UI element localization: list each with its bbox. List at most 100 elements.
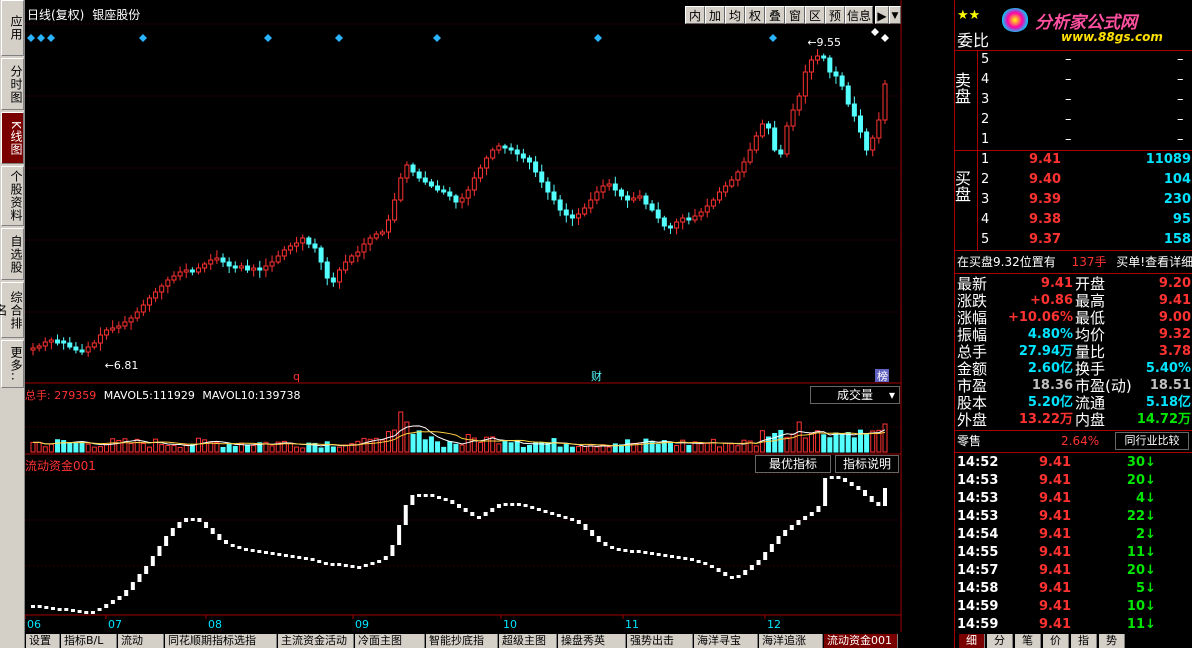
chart-title: 日线(复权) 银座股份 — [27, 6, 140, 23]
volume-selector[interactable]: 成交量 ▾ — [810, 386, 900, 404]
right-tab-0[interactable]: 细 — [959, 634, 985, 648]
bottom-tab-12[interactable]: 流动资金001 — [824, 634, 898, 648]
indicator-bar — [84, 611, 89, 614]
play-icon[interactable]: ▶ — [875, 6, 889, 24]
volume-bar — [698, 443, 704, 453]
indicator-bar — [603, 542, 608, 546]
toolbar-button-5[interactable]: 窗 — [785, 6, 805, 24]
tick-time: 14:59 — [957, 599, 999, 614]
candle-body — [631, 197, 637, 201]
bottom-tab-4[interactable]: 主流资金活动 — [278, 634, 354, 648]
indicator-bar — [31, 605, 35, 608]
bottom-tab-6[interactable]: 智能抄底指 — [426, 634, 498, 648]
indicator-help-button[interactable]: 指标说明 — [835, 455, 899, 473]
bottom-tab-1[interactable]: 指标B/L — [61, 634, 117, 648]
candle-body — [373, 233, 379, 239]
bottom-tab-10[interactable]: 海洋寻宝 — [694, 634, 758, 648]
bottom-tab-7[interactable]: 超级主图 — [499, 634, 557, 648]
bottom-tab-0[interactable]: 设置 — [26, 634, 60, 648]
event-marker[interactable]: q — [293, 370, 300, 383]
left-tab-4[interactable]: 自选股 — [1, 228, 24, 280]
indicator-bar — [776, 536, 781, 544]
candle-body — [379, 231, 385, 235]
kline-chart-svg[interactable]: 9.709.098.487.887.273841119206X10+12448+… — [24, 0, 943, 632]
toolbar-button-8[interactable]: 信息 — [845, 6, 873, 24]
volume-bar — [67, 442, 73, 453]
candle-body — [643, 195, 649, 205]
candle-body — [496, 145, 502, 151]
tick-volume: 4 — [1135, 491, 1145, 506]
right-tab-5[interactable]: 势 — [1099, 634, 1125, 648]
indicator-bar — [516, 503, 521, 506]
signal-diamond-icon — [871, 28, 879, 36]
toolbar-button-2[interactable]: 均 — [725, 6, 745, 24]
notice-link[interactable]: 买单!查看详细 — [1116, 255, 1192, 269]
toolbar-button-1[interactable]: 加 — [705, 6, 725, 24]
right-tab-2[interactable]: 笔 — [1015, 634, 1041, 648]
candle-body — [520, 153, 526, 159]
indicator-bar — [244, 548, 248, 551]
bottom-tab-3[interactable]: 同花顺期指标选指 — [165, 634, 277, 648]
candle-body — [245, 265, 251, 271]
chevron-down-icon[interactable]: ▼ — [889, 6, 901, 24]
tick-price: 9.41 — [1039, 599, 1072, 614]
left-tab-3[interactable]: 个股资料 — [1, 166, 24, 226]
chart-area[interactable]: 9.709.098.487.887.273841119206X10+12448+… — [24, 0, 943, 632]
indicator-bar — [44, 606, 49, 609]
bottom-tab-2[interactable]: 流动 — [118, 634, 164, 648]
sell-price: – — [1065, 132, 1072, 147]
toolbar-button-6[interactable]: 区 — [805, 6, 825, 24]
volume-bar — [606, 446, 612, 453]
left-tab-2[interactable]: K线图 — [1, 112, 24, 164]
left-tab-6[interactable]: 更多.. — [1, 340, 24, 388]
right-tab-4[interactable]: 指 — [1071, 634, 1097, 648]
bottom-tab-5[interactable]: 冷面主图 — [355, 634, 425, 648]
left-tab-0[interactable]: 应用 — [1, 0, 24, 56]
indicator-bar — [576, 520, 581, 524]
candle-body — [410, 164, 416, 173]
order-notice[interactable]: 在买盘9.32位置有 137手 买单!查看详细 — [957, 252, 1192, 272]
toolbar-button-7[interactable]: 预 — [825, 6, 845, 24]
candle-body — [649, 203, 655, 211]
volume-bar — [422, 439, 428, 453]
indicator-bar — [836, 476, 841, 479]
notice-volume: 137手 — [1071, 255, 1107, 269]
bottom-tab-11[interactable]: 海洋追涨 — [759, 634, 823, 648]
event-marker[interactable]: 榜 — [877, 369, 888, 383]
bottom-tab-9[interactable]: 强势出击 — [627, 634, 693, 648]
volume-bar — [827, 437, 833, 453]
toolbar-button-3[interactable]: 权 — [745, 6, 765, 24]
left-tab-5[interactable]: 综合排名 — [0, 282, 24, 338]
candle-body — [324, 261, 330, 279]
buy-level: 1 — [981, 152, 990, 167]
candle-body — [686, 217, 692, 221]
volume-bar — [441, 446, 447, 453]
best-indicator-button[interactable]: 最优指标 — [755, 455, 831, 473]
arrow-down-icon: ↓ — [1145, 509, 1156, 524]
candle-body — [704, 205, 710, 213]
volume-bar — [294, 446, 300, 453]
left-tab-1[interactable]: 分时图 — [1, 58, 24, 110]
volume-bar — [514, 440, 520, 453]
buy-price: 9.39 — [1029, 192, 1062, 207]
indicator-bar — [843, 478, 848, 482]
toolbar-button-0[interactable]: 内 — [685, 6, 705, 24]
event-marker[interactable]: 财 — [591, 369, 602, 383]
right-tab-3[interactable]: 价 — [1043, 634, 1069, 648]
indicator-bar — [197, 518, 202, 522]
candle-body — [238, 265, 244, 269]
signal-diamond-icon — [335, 34, 343, 42]
candle-body — [533, 161, 539, 173]
candle-body — [300, 237, 306, 244]
ma5-label: MAVOL5: — [103, 389, 153, 402]
indicator-bar — [383, 556, 388, 560]
toolbar-button-4[interactable]: 叠 — [765, 6, 785, 24]
indicator-bar — [716, 568, 721, 572]
volume-bar — [655, 443, 661, 453]
volume-bar — [336, 446, 342, 453]
indicator-bar — [863, 490, 868, 496]
bottom-tab-8[interactable]: 操盘秀英 — [558, 634, 626, 648]
right-tab-1[interactable]: 分 — [987, 634, 1013, 648]
sector-compare-button[interactable]: 同行业比较 — [1115, 432, 1189, 450]
indicator-bar — [363, 564, 368, 567]
